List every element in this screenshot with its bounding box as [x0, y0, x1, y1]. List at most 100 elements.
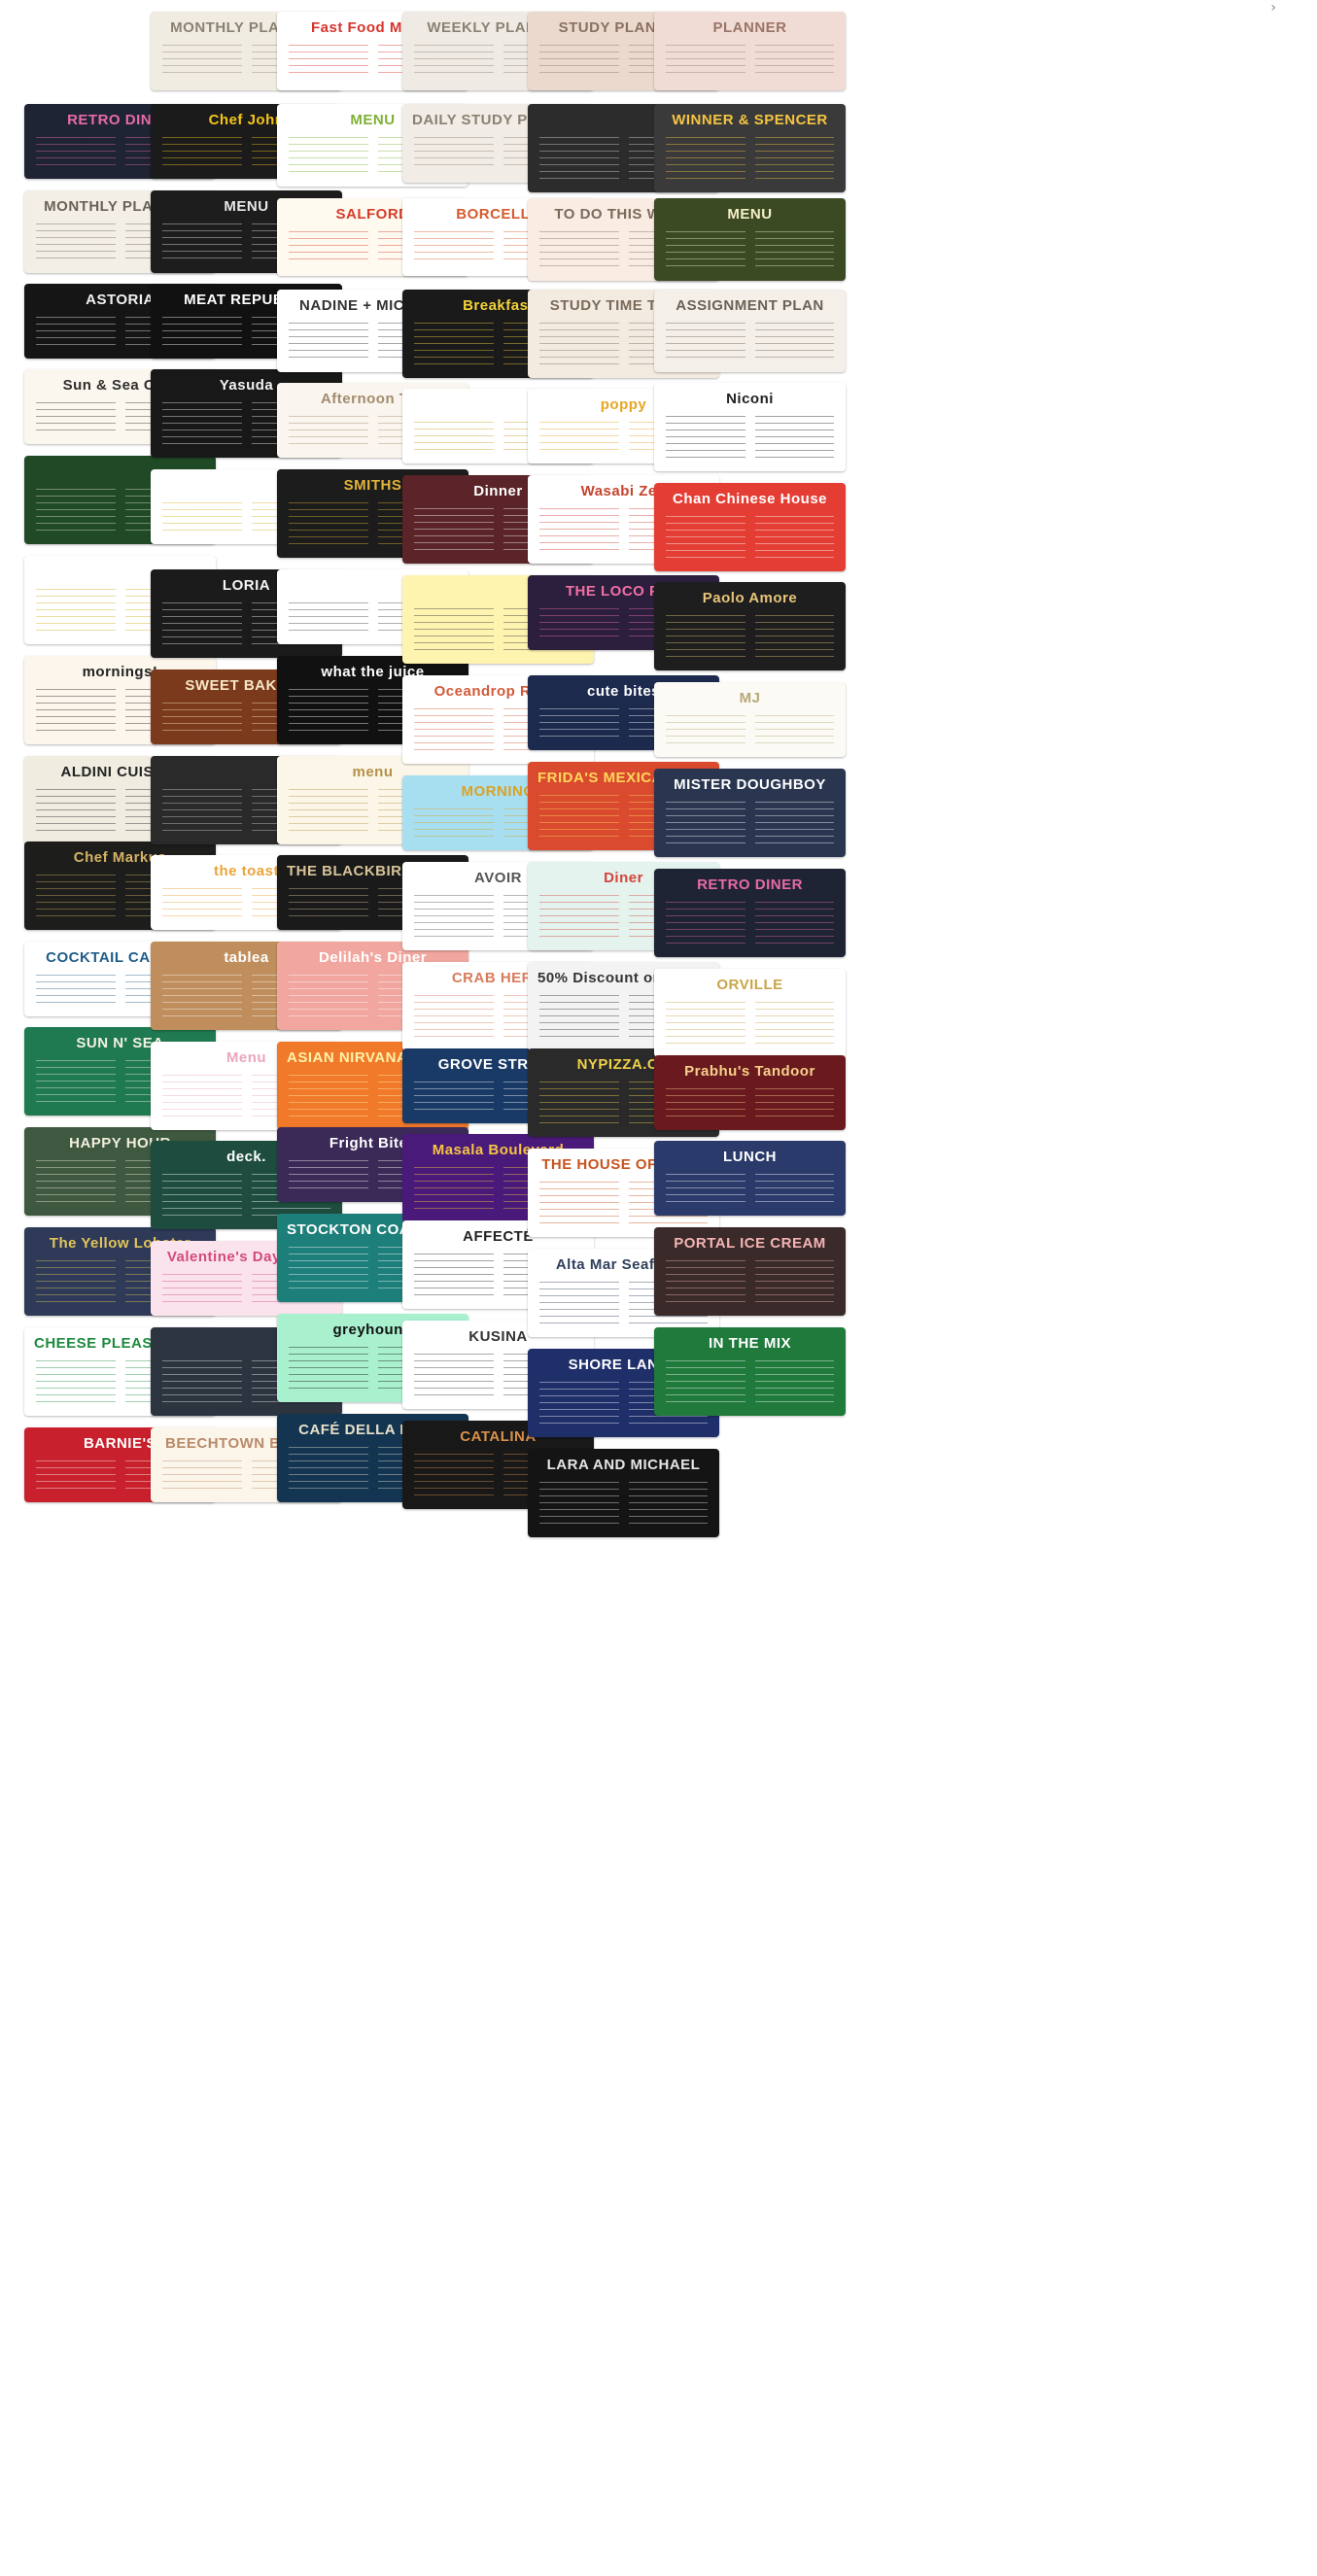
- template-card[interactable]: LUNCH: [654, 1141, 846, 1216]
- column-gutter: [745, 802, 755, 845]
- column-gutter: [241, 975, 252, 1018]
- column-gutter: [618, 895, 629, 939]
- column-gutter: [115, 1460, 125, 1491]
- column-gutter: [367, 602, 378, 633]
- column-gutter: [241, 1360, 252, 1404]
- template-title: LARA AND MICHAEL: [546, 1457, 701, 1473]
- template-title: Prabhu's Tandoor: [684, 1063, 815, 1080]
- template-title: LUNCH: [723, 1149, 777, 1165]
- column-gutter: [367, 689, 378, 733]
- template-card[interactable]: Niconi: [654, 383, 846, 471]
- template-title: MJ: [739, 690, 761, 706]
- column-gutter: [493, 1082, 503, 1112]
- column-gutter: [618, 795, 629, 839]
- template-card[interactable]: MISTER DOUGHBOY: [654, 769, 846, 857]
- template-card[interactable]: Prabhu's Tandoor: [654, 1055, 846, 1130]
- column-gutter: [115, 689, 125, 733]
- column-gutter: [367, 789, 378, 833]
- column-gutter: [367, 137, 378, 175]
- column-gutter: [493, 1354, 503, 1397]
- column-gutter: [618, 995, 629, 1039]
- column-gutter: [241, 45, 252, 79]
- column-gutter: [367, 323, 378, 361]
- column-gutter: [115, 402, 125, 432]
- template-card[interactable]: Chan Chinese House: [654, 483, 846, 571]
- column-gutter: [618, 422, 629, 452]
- column-gutter: [241, 602, 252, 646]
- column-gutter: [493, 995, 503, 1039]
- column-gutter: [241, 137, 252, 167]
- template-card[interactable]: WINNER & SPENCER: [654, 104, 846, 192]
- template-card[interactable]: IN THE MIX: [654, 1327, 846, 1416]
- template-title: Chan Chinese House: [672, 491, 828, 507]
- template-title: ORVILLE: [716, 977, 783, 993]
- column-gutter: [745, 615, 755, 659]
- column-gutter: [115, 489, 125, 532]
- template-card[interactable]: ORVILLE: [654, 969, 846, 1057]
- column-gutter: [745, 516, 755, 560]
- template-card[interactable]: Paolo Amore: [654, 582, 846, 670]
- template-title: PLANNER: [712, 19, 787, 36]
- scroll-indicator-glyph: ›: [1270, 0, 1276, 16]
- column-gutter: [115, 789, 125, 833]
- column-gutter: [493, 608, 503, 652]
- template-card[interactable]: MJ: [654, 682, 846, 757]
- template-title: WINNER & SPENCER: [672, 112, 828, 128]
- column-gutter: [115, 975, 125, 1005]
- column-gutter: [115, 137, 125, 167]
- column-gutter: [367, 975, 378, 1018]
- column-gutter: [241, 703, 252, 733]
- column-gutter: [618, 45, 629, 79]
- column-gutter: [367, 1075, 378, 1118]
- column-gutter: [367, 502, 378, 546]
- column-gutter: [241, 402, 252, 446]
- column-gutter: [241, 789, 252, 833]
- column-gutter: [241, 888, 252, 918]
- column-gutter: [745, 1260, 755, 1304]
- column-gutter: [367, 1347, 378, 1391]
- column-gutter: [115, 875, 125, 918]
- column-gutter: [115, 1060, 125, 1104]
- template-card[interactable]: RETRO DINER: [654, 869, 846, 957]
- column-gutter: [618, 708, 629, 738]
- column-gutter: [618, 1382, 629, 1425]
- column-gutter: [367, 45, 378, 79]
- column-gutter: [745, 323, 755, 361]
- column-gutter: [493, 708, 503, 752]
- column-gutter: [241, 502, 252, 532]
- column-gutter: [745, 1174, 755, 1204]
- template-card[interactable]: LARA AND MICHAEL: [528, 1449, 719, 1537]
- column-gutter: [493, 895, 503, 939]
- column-gutter: [745, 416, 755, 460]
- template-card[interactable]: MENU: [654, 198, 846, 281]
- template-card[interactable]: PORTAL ICE CREAM: [654, 1227, 846, 1316]
- column-gutter: [115, 589, 125, 633]
- column-gutter: [367, 416, 378, 446]
- template-title: MISTER DOUGHBOY: [674, 776, 826, 793]
- column-gutter: [241, 223, 252, 261]
- column-gutter: [493, 1454, 503, 1497]
- column-gutter: [367, 231, 378, 264]
- column-gutter: [745, 902, 755, 945]
- column-gutter: [745, 715, 755, 745]
- template-title: MENU: [727, 206, 773, 223]
- column-gutter: [115, 1360, 125, 1404]
- column-gutter: [618, 231, 629, 269]
- column-gutter: [493, 137, 503, 171]
- column-gutter: [493, 323, 503, 366]
- column-gutter: [745, 1002, 755, 1046]
- column-gutter: [745, 45, 755, 79]
- column-gutter: [493, 808, 503, 839]
- column-gutter: [493, 508, 503, 552]
- column-gutter: [115, 223, 125, 261]
- column-gutter: [745, 1088, 755, 1118]
- column-gutter: [745, 231, 755, 269]
- column-gutter: [241, 1174, 252, 1218]
- template-card[interactable]: PLANNER: [654, 12, 846, 90]
- column-gutter: [618, 608, 629, 638]
- template-card[interactable]: ASSIGNMENT PLAN: [654, 290, 846, 372]
- column-gutter: [745, 137, 755, 181]
- column-gutter: [367, 888, 378, 918]
- column-gutter: [115, 317, 125, 347]
- column-gutter: [618, 508, 629, 552]
